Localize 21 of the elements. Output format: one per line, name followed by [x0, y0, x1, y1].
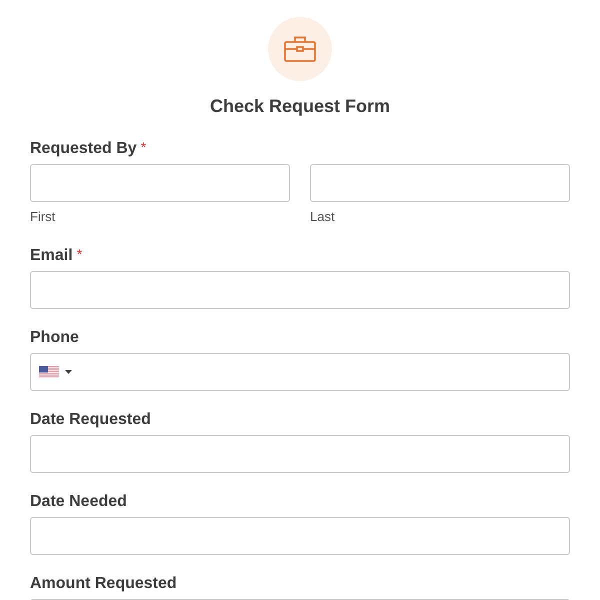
form-title: Check Request Form: [210, 95, 390, 118]
field-sublabel: Last: [310, 208, 336, 226]
text-field[interactable]: [30, 516, 570, 554]
field-label: Amount Requested: [30, 574, 177, 594]
text-field[interactable]: [30, 434, 570, 472]
text-field[interactable]: [30, 270, 570, 308]
country-dropdown[interactable]: [39, 366, 72, 378]
briefcase-icon: [284, 36, 316, 62]
text-field[interactable]: [310, 164, 570, 202]
field-label: Date Needed: [30, 492, 127, 512]
field-label: Requested By: [30, 139, 137, 159]
field-sublabel: First: [30, 208, 56, 226]
flag-icon: [39, 366, 59, 378]
caret-icon: [65, 370, 72, 374]
phone-field[interactable]: [30, 352, 570, 390]
required-mark: *: [76, 246, 82, 262]
field-label: Email: [30, 246, 73, 266]
field-label: Date Requested: [30, 410, 151, 430]
field-label: Phone: [30, 328, 79, 348]
text-field[interactable]: [30, 164, 290, 202]
required-mark: *: [140, 139, 146, 155]
